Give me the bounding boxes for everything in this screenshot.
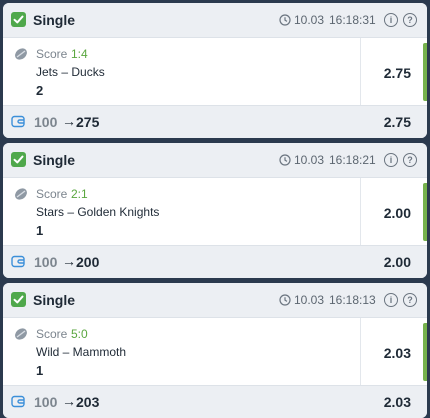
wallet-icon bbox=[11, 255, 25, 268]
bet-pick: 1 bbox=[36, 223, 44, 238]
info-icon[interactable]: i bbox=[384, 153, 398, 167]
wallet-icon bbox=[11, 115, 25, 128]
hockey-puck-icon bbox=[15, 188, 27, 200]
clock-icon bbox=[279, 14, 291, 26]
bet-card-footer: 100 → 203 2.03 bbox=[3, 385, 427, 418]
info-icon[interactable]: i bbox=[384, 293, 398, 307]
event-teams: Jets – Ducks bbox=[36, 65, 105, 79]
bet-event: Score 5:0 Wild – Mammoth 1 2.03 bbox=[3, 318, 427, 385]
arrow-icon: → bbox=[62, 113, 76, 129]
check-icon bbox=[11, 12, 26, 27]
bet-card: Single 10.03 16:18:31 i ? Score 1:4 Jets… bbox=[3, 3, 427, 138]
status-bar bbox=[423, 183, 427, 241]
arrow-icon: → bbox=[62, 253, 76, 269]
bet-card: Single 10.03 16:18:21 i ? Score 2:1 Star… bbox=[3, 143, 427, 278]
bet-card: Single 10.03 16:18:13 i ? Score 5:0 Wild… bbox=[3, 283, 427, 418]
bet-time: 16:18:31 bbox=[329, 13, 376, 27]
check-icon bbox=[11, 152, 26, 167]
help-icon[interactable]: ? bbox=[403, 13, 417, 27]
divider bbox=[360, 178, 361, 245]
total-odds: 2.03 bbox=[383, 394, 411, 410]
bet-pick: 1 bbox=[36, 363, 44, 378]
help-icon[interactable]: ? bbox=[403, 293, 417, 307]
event-odds: 2.00 bbox=[383, 205, 411, 221]
stake-amount: 100 bbox=[34, 114, 58, 130]
clock-icon bbox=[279, 154, 291, 166]
event-odds: 2.75 bbox=[383, 65, 411, 81]
clock-icon bbox=[279, 294, 291, 306]
event-odds: 2.03 bbox=[383, 345, 411, 361]
total-odds: 2.00 bbox=[383, 254, 411, 270]
bet-history-list: Single 10.03 16:18:31 i ? Score 1:4 Jets… bbox=[0, 0, 430, 418]
hockey-puck-icon bbox=[15, 328, 27, 340]
bet-pick: 2 bbox=[36, 83, 44, 98]
bet-card-header: Single 10.03 16:18:21 i ? bbox=[3, 143, 427, 178]
payout-amount: 275 bbox=[76, 114, 100, 130]
payout-amount: 203 bbox=[76, 394, 100, 410]
bet-date: 10.03 bbox=[294, 153, 325, 167]
score-label: Score bbox=[36, 327, 68, 341]
hockey-puck-icon bbox=[15, 48, 27, 60]
bet-type: Single bbox=[33, 292, 76, 308]
bet-event: Score 1:4 Jets – Ducks 2 2.75 bbox=[3, 38, 427, 105]
divider bbox=[360, 38, 361, 105]
divider bbox=[360, 318, 361, 385]
total-odds: 2.75 bbox=[383, 114, 411, 130]
bet-time: 16:18:21 bbox=[329, 153, 376, 167]
score-label: Score bbox=[36, 47, 68, 61]
bet-time: 16:18:13 bbox=[329, 293, 376, 307]
event-teams: Wild – Mammoth bbox=[36, 345, 127, 359]
bet-card-header: Single 10.03 16:18:31 i ? bbox=[3, 3, 427, 38]
info-icon[interactable]: i bbox=[384, 13, 398, 27]
bet-date: 10.03 bbox=[294, 293, 325, 307]
bet-event: Score 2:1 Stars – Golden Knights 1 2.00 bbox=[3, 178, 427, 245]
check-icon bbox=[11, 292, 26, 307]
bet-card-header: Single 10.03 16:18:13 i ? bbox=[3, 283, 427, 318]
stake-amount: 100 bbox=[34, 254, 58, 270]
status-bar bbox=[423, 323, 427, 381]
event-teams: Stars – Golden Knights bbox=[36, 205, 160, 219]
bet-type: Single bbox=[33, 152, 76, 168]
arrow-icon: → bbox=[62, 393, 76, 409]
help-icon[interactable]: ? bbox=[403, 153, 417, 167]
score-label: Score bbox=[36, 187, 68, 201]
wallet-icon bbox=[11, 395, 25, 408]
bet-card-footer: 100 → 200 2.00 bbox=[3, 245, 427, 278]
status-bar bbox=[423, 43, 427, 101]
bet-card-footer: 100 → 275 2.75 bbox=[3, 105, 427, 138]
payout-amount: 200 bbox=[76, 254, 100, 270]
score-value: 5:0 bbox=[71, 327, 88, 341]
score-value: 2:1 bbox=[71, 187, 88, 201]
bet-type: Single bbox=[33, 12, 76, 28]
bet-date: 10.03 bbox=[294, 13, 325, 27]
score-value: 1:4 bbox=[71, 47, 88, 61]
stake-amount: 100 bbox=[34, 394, 58, 410]
